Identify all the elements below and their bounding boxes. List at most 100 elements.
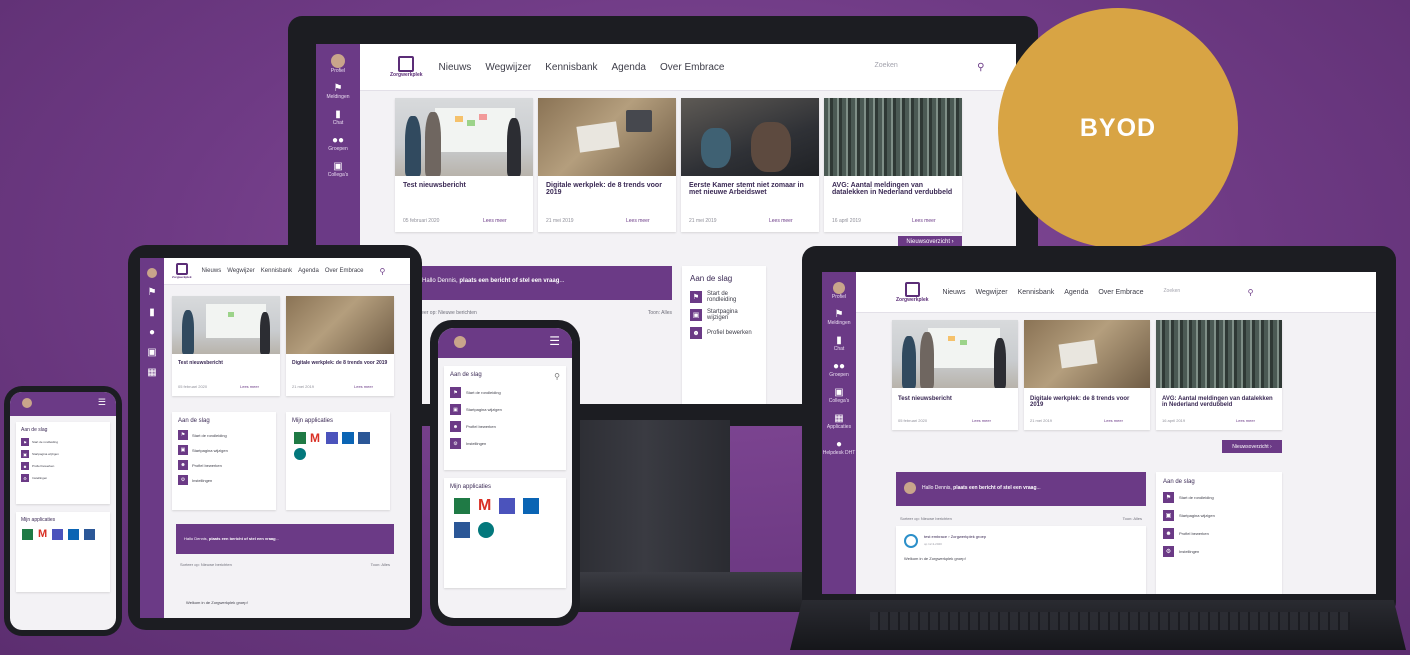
read-more-link[interactable]: Lees meer bbox=[912, 218, 936, 224]
hamburger-icon[interactable]: ☰ bbox=[98, 397, 106, 408]
news-title[interactable]: Eerste Kamer stemt niet zomaar in met ni… bbox=[689, 182, 813, 196]
start-tour-tile[interactable]: ⚑ Start de rondleiding bbox=[1163, 492, 1275, 503]
nav-wegwijzer[interactable]: Wegwijzer bbox=[485, 62, 531, 73]
nav-agenda[interactable]: Agenda bbox=[298, 268, 319, 274]
read-more-link[interactable]: Lees meer bbox=[1236, 418, 1255, 423]
teams-icon[interactable] bbox=[499, 498, 516, 514]
post-prompt-bar[interactable]: Hallo Dennis, plaats een bericht of stel… bbox=[896, 472, 1146, 506]
post-author[interactable]: test embrace bbox=[924, 534, 947, 539]
news-title[interactable]: AVG: Aantal meldingen van datalekken in … bbox=[832, 182, 956, 196]
settings-tile[interactable]: ⚙ Instellingen bbox=[1163, 546, 1275, 557]
search-input[interactable]: Zoeken ⚲ bbox=[874, 62, 984, 73]
news-title[interactable]: Digitale werkplek: de 8 trends voor 2019 bbox=[546, 182, 670, 196]
nav-agenda[interactable]: Agenda bbox=[1064, 289, 1088, 296]
read-more-link[interactable]: Lees meer bbox=[769, 218, 793, 224]
edit-start-page-tile[interactable]: ▣ Startpagina wijzigen bbox=[1163, 510, 1275, 521]
rail-profile[interactable] bbox=[140, 268, 164, 278]
news-card[interactable]: Digitale werkplek: de 8 trends voor 2019… bbox=[286, 296, 394, 396]
news-overview-button[interactable]: Nieuwsoverzicht › bbox=[1222, 440, 1282, 453]
edit-start-page-tile[interactable]: ▣ Startpagina wijzigen bbox=[450, 404, 560, 415]
nav-over-embrace[interactable]: Over Embrace bbox=[1098, 289, 1143, 296]
nav-nieuws[interactable]: Nieuws bbox=[202, 268, 222, 274]
start-tour-tile[interactable]: ⚑ Start de rondleiding bbox=[21, 438, 105, 446]
rail-apps[interactable]: ▦ Applicaties bbox=[822, 414, 856, 431]
settings-tile[interactable]: ⚙ Instellingen bbox=[178, 475, 270, 485]
news-card[interactable]: Eerste Kamer stemt niet zomaar in met ni… bbox=[681, 98, 819, 232]
avatar-icon[interactable] bbox=[454, 336, 466, 348]
rail-apps[interactable]: ▦ bbox=[140, 368, 164, 378]
news-card[interactable]: Test nieuwsbericht 05 februari 2020 Lees… bbox=[892, 320, 1018, 430]
rail-colleagues[interactable]: ▣ Collega's bbox=[316, 162, 360, 179]
news-card[interactable]: AVG: Aantal meldingen van datalekken in … bbox=[824, 98, 962, 232]
filter-dropdown[interactable]: Toon: Alles bbox=[648, 310, 672, 316]
gmail-icon[interactable]: M bbox=[478, 498, 491, 514]
excel-icon[interactable] bbox=[454, 498, 470, 514]
brand-logo[interactable]: Zorgwerkplek bbox=[896, 281, 929, 303]
search-icon[interactable]: ⚲ bbox=[380, 267, 386, 276]
post-prompt-bar[interactable]: Hallo Dennis, plaats een bericht of stel… bbox=[412, 266, 672, 300]
rail-colleagues[interactable]: ▣ bbox=[140, 348, 164, 358]
filter-dropdown[interactable]: Toon: Alles bbox=[371, 562, 390, 567]
edit-start-page-tile[interactable]: ▣ Startpagina wijzigen bbox=[21, 450, 105, 458]
edit-start-page-tile[interactable]: ▣ Startpagina wijzigen bbox=[690, 309, 758, 321]
read-more-link[interactable]: Lees meer bbox=[240, 384, 259, 389]
news-title[interactable]: Test nieuwsbericht bbox=[178, 360, 274, 366]
start-tour-tile[interactable]: ⚑ Start de rondleiding bbox=[450, 387, 560, 398]
rail-groups[interactable]: ● bbox=[140, 328, 164, 338]
start-tour-tile[interactable]: ⚑ Start de rondleiding bbox=[178, 430, 270, 440]
start-tour-tile[interactable]: ⚑ Start de rondleiding bbox=[690, 291, 758, 303]
teams-icon[interactable] bbox=[326, 432, 338, 444]
read-more-link[interactable]: Lees meer bbox=[626, 218, 650, 224]
nav-wegwijzer[interactable]: Wegwijzer bbox=[975, 289, 1007, 296]
search-input[interactable]: Zoeken ⚲ bbox=[1163, 288, 1253, 297]
word-icon[interactable] bbox=[84, 529, 96, 540]
edit-profile-tile[interactable]: ☻ Profiel bewerken bbox=[178, 460, 270, 470]
nav-agenda[interactable]: Agenda bbox=[612, 62, 646, 73]
outlook-icon[interactable] bbox=[523, 498, 540, 514]
brand-logo[interactable]: Zorgwerkplek bbox=[390, 56, 423, 78]
hamburger-icon[interactable]: ☰ bbox=[549, 334, 560, 348]
rail-groups[interactable]: ●● Groepen bbox=[316, 136, 360, 153]
rail-colleagues[interactable]: ▣ Collega's bbox=[822, 388, 856, 405]
rail-notifications[interactable]: ⚑ Meldingen bbox=[822, 310, 856, 327]
nav-kennisbank[interactable]: Kennisbank bbox=[545, 62, 597, 73]
edit-profile-tile[interactable]: ☻ Profiel bewerken bbox=[21, 462, 105, 470]
rail-helpdesk[interactable]: ● Helpdesk DHT bbox=[822, 440, 856, 457]
post-group[interactable]: Zorgwerkplek groep bbox=[951, 534, 986, 539]
search-icon[interactable]: ⚲ bbox=[977, 62, 984, 73]
nav-kennisbank[interactable]: Kennisbank bbox=[261, 268, 292, 274]
news-title[interactable]: AVG: Aantal meldingen van datalekken in … bbox=[1162, 396, 1276, 408]
sort-dropdown[interactable]: Sorteer op: Nieuwe berichten bbox=[180, 562, 232, 567]
outlook-icon[interactable] bbox=[342, 432, 354, 444]
read-more-link[interactable]: Lees meer bbox=[972, 418, 991, 423]
news-title[interactable]: Test nieuwsbericht bbox=[403, 182, 527, 189]
news-title[interactable]: Digitale werkplek: de 8 trends voor 2019 bbox=[292, 360, 388, 366]
settings-tile[interactable]: ⚙ Instellingen bbox=[21, 474, 105, 482]
settings-tile[interactable]: ⚙ Instellingen bbox=[450, 438, 560, 449]
news-title[interactable]: Test nieuwsbericht bbox=[898, 396, 1012, 402]
read-more-link[interactable]: Lees meer bbox=[1104, 418, 1123, 423]
edit-profile-tile[interactable]: ☻ Profiel bewerken bbox=[1163, 528, 1275, 539]
sort-dropdown[interactable]: Sorteer op: Nieuwe berichten bbox=[900, 516, 952, 521]
read-more-link[interactable]: Lees meer bbox=[354, 384, 373, 389]
rail-chat[interactable]: ▮ bbox=[140, 308, 164, 318]
rail-chat[interactable]: ▮ Chat bbox=[316, 110, 360, 127]
edit-profile-tile[interactable]: ☻ Profiel bewerken bbox=[450, 421, 560, 432]
nav-over-embrace[interactable]: Over Embrace bbox=[325, 268, 364, 274]
nav-over-embrace[interactable]: Over Embrace bbox=[660, 62, 724, 73]
news-card[interactable]: Test nieuwsbericht 05 februari 2020 Lees… bbox=[172, 296, 280, 396]
excel-icon[interactable] bbox=[22, 529, 33, 540]
avatar-icon[interactable] bbox=[22, 398, 32, 408]
teams-icon[interactable] bbox=[52, 529, 64, 540]
rail-notifications[interactable]: ⚑ bbox=[140, 288, 164, 298]
post-prompt-bar[interactable]: Hallo Dennis, plaats een bericht of stel… bbox=[176, 524, 394, 554]
news-card[interactable]: AVG: Aantal meldingen van datalekken in … bbox=[1156, 320, 1282, 430]
word-icon[interactable] bbox=[358, 432, 370, 444]
word-icon[interactable] bbox=[454, 522, 470, 538]
edit-profile-tile[interactable]: ☻ Profiel bewerken bbox=[690, 327, 758, 339]
news-title[interactable]: Digitale werkplek: de 8 trends voor 2019 bbox=[1030, 396, 1144, 408]
sharepoint-icon[interactable] bbox=[478, 522, 494, 538]
filter-dropdown[interactable]: Toon: Alles bbox=[1123, 516, 1142, 521]
search-icon[interactable]: ⚲ bbox=[1248, 288, 1254, 297]
brand-logo[interactable]: Zorgwerkplek bbox=[172, 263, 192, 279]
